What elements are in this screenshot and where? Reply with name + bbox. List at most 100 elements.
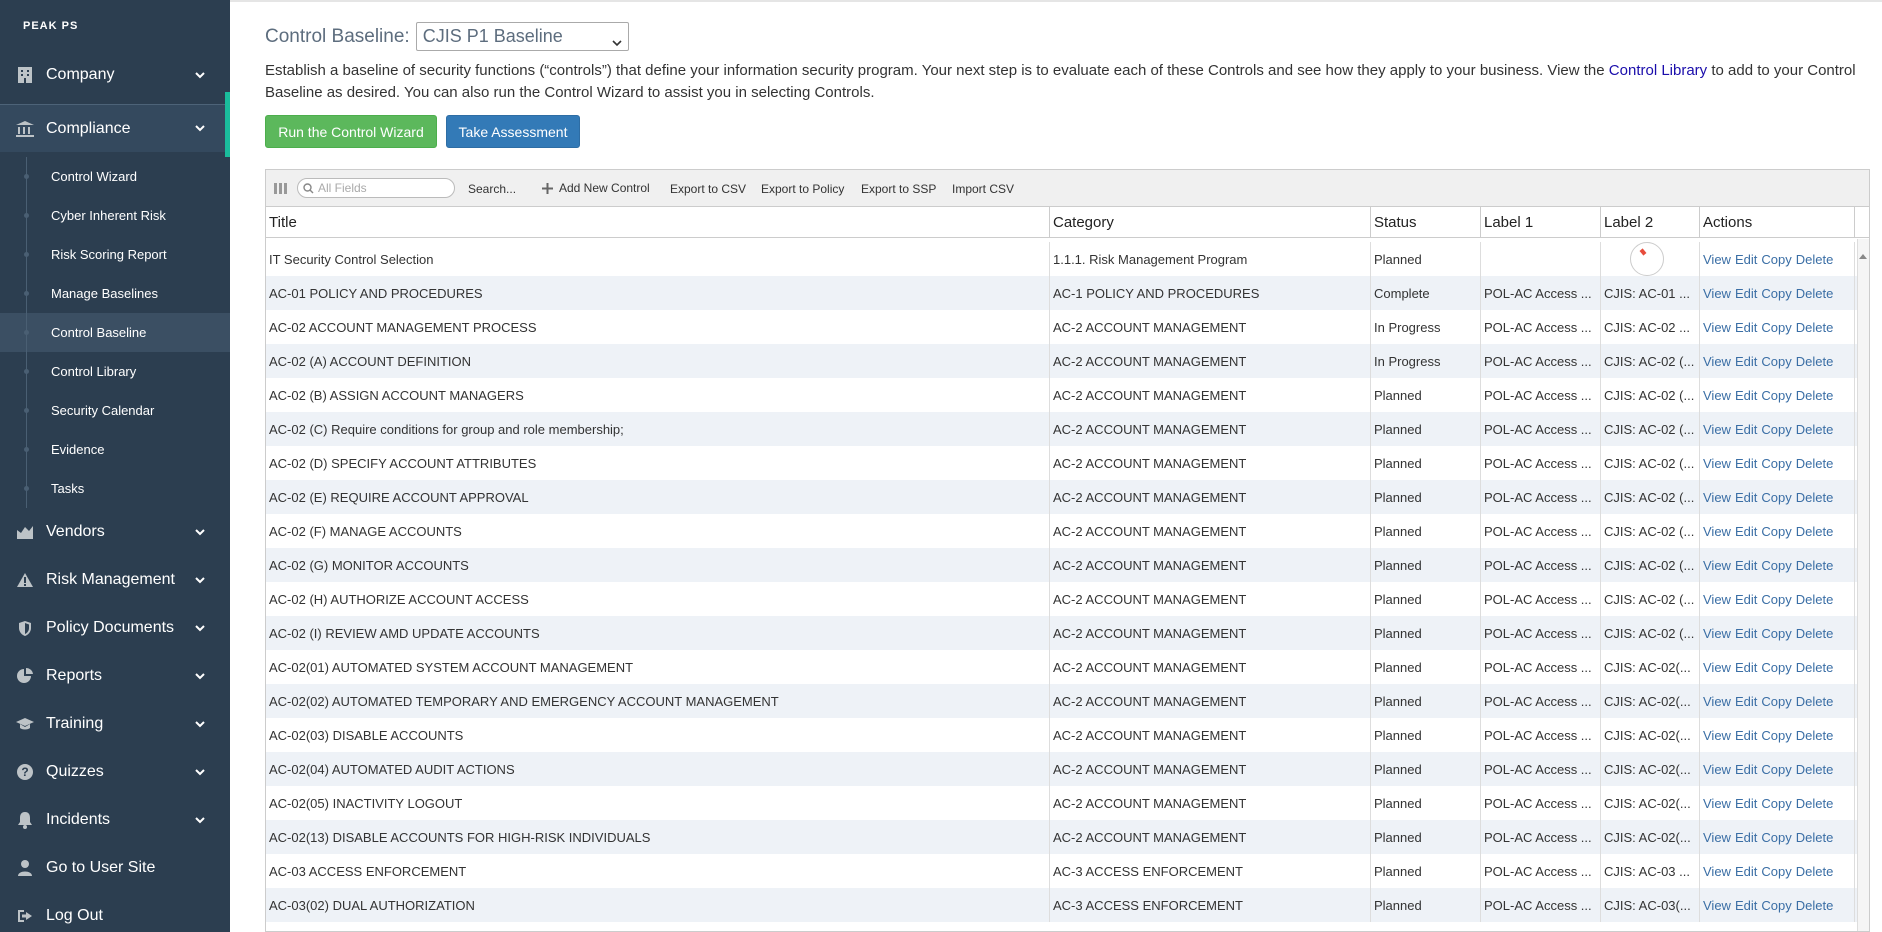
grid-search-input[interactable]: All Fields	[297, 178, 455, 198]
row-action-copy-link[interactable]: Copy	[1761, 592, 1791, 607]
sidebar-item-risk-scoring-report[interactable]: Risk Scoring Report	[0, 235, 230, 274]
row-action-view-link[interactable]: View	[1703, 524, 1731, 539]
table-row[interactable]: AC-03 ACCESS ENFORCEMENT AC-3 ACCESS ENFO…	[266, 854, 1869, 888]
table-row[interactable]: AC-02(01) AUTOMATED SYSTEM ACCOUNT MANAG…	[266, 650, 1869, 684]
row-action-delete-link[interactable]: Delete	[1796, 762, 1834, 777]
table-row[interactable]: AC-03(02) DUAL AUTHORIZATION AC-3 ACCESS …	[266, 888, 1869, 922]
row-action-edit-link[interactable]: Edit	[1735, 558, 1757, 573]
table-row[interactable]: AC-02 (F) MANAGE ACCOUNTS AC-2 ACCOUNT MA…	[266, 514, 1869, 548]
row-action-delete-link[interactable]: Delete	[1796, 830, 1834, 845]
row-action-delete-link[interactable]: Delete	[1796, 694, 1834, 709]
row-action-view-link[interactable]: View	[1703, 286, 1731, 301]
column-header-label-1[interactable]: Label 1	[1481, 207, 1601, 237]
row-action-view-link[interactable]: View	[1703, 320, 1731, 335]
row-action-copy-link[interactable]: Copy	[1761, 864, 1791, 879]
row-action-delete-link[interactable]: Delete	[1796, 864, 1834, 879]
row-action-edit-link[interactable]: Edit	[1735, 490, 1757, 505]
row-action-edit-link[interactable]: Edit	[1735, 728, 1757, 743]
column-header-status[interactable]: Status	[1371, 207, 1481, 237]
sidebar-item-control-wizard[interactable]: Control Wizard	[0, 157, 230, 196]
column-header-category[interactable]: Category	[1050, 207, 1371, 237]
row-action-view-link[interactable]: View	[1703, 864, 1731, 879]
table-row[interactable]: AC-02(05) INACTIVITY LOGOUT AC-2 ACCOUNT …	[266, 786, 1869, 820]
column-header-label-2[interactable]: Label 2	[1601, 207, 1700, 237]
row-action-copy-link[interactable]: Copy	[1761, 796, 1791, 811]
row-action-edit-link[interactable]: Edit	[1735, 524, 1757, 539]
row-action-delete-link[interactable]: Delete	[1796, 490, 1834, 505]
nav-risk-management[interactable]: Risk Management	[0, 556, 230, 604]
row-action-copy-link[interactable]: Copy	[1761, 524, 1791, 539]
table-row[interactable]: AC-02(13) DISABLE ACCOUNTS FOR HIGH-RISK…	[266, 820, 1869, 854]
nav-go-to-user-site[interactable]: Go to User Site	[0, 844, 230, 892]
export-ssp-button[interactable]: Export to SSP	[861, 182, 936, 196]
nav-quizzes[interactable]: ? Quizzes	[0, 748, 230, 796]
row-action-view-link[interactable]: View	[1703, 898, 1731, 913]
table-row[interactable]: AC-02(02) AUTOMATED TEMPORARY AND EMERGE…	[266, 684, 1869, 718]
row-action-edit-link[interactable]: Edit	[1735, 456, 1757, 471]
add-new-control-button[interactable]: Add New Control	[542, 181, 650, 195]
nav-vendors[interactable]: Vendors	[0, 508, 230, 556]
row-action-view-link[interactable]: View	[1703, 558, 1731, 573]
import-csv-button[interactable]: Import CSV	[952, 182, 1014, 196]
table-row[interactable]: AC-02 (H) AUTHORIZE ACCOUNT ACCESS AC-2 A…	[266, 582, 1869, 616]
row-action-copy-link[interactable]: Copy	[1761, 388, 1791, 403]
row-action-delete-link[interactable]: Delete	[1796, 320, 1834, 335]
row-action-copy-link[interactable]: Copy	[1761, 660, 1791, 675]
table-row[interactable]: AC-02 (B) ASSIGN ACCOUNT MANAGERS AC-2 AC…	[266, 378, 1869, 412]
row-action-copy-link[interactable]: Copy	[1761, 830, 1791, 845]
export-csv-button[interactable]: Export to CSV	[670, 182, 746, 196]
row-action-copy-link[interactable]: Copy	[1761, 728, 1791, 743]
sidebar-item-cyber-inherent-risk[interactable]: Cyber Inherent Risk	[0, 196, 230, 235]
table-row[interactable]: AC-02(03) DISABLE ACCOUNTS AC-2 ACCOUNT M…	[266, 718, 1869, 752]
row-action-delete-link[interactable]: Delete	[1796, 898, 1834, 913]
row-action-delete-link[interactable]: Delete	[1796, 422, 1834, 437]
table-row[interactable]: AC-02 ACCOUNT MANAGEMENT PROCESS AC-2 ACC…	[266, 310, 1869, 344]
row-action-delete-link[interactable]: Delete	[1796, 592, 1834, 607]
row-action-delete-link[interactable]: Delete	[1796, 660, 1834, 675]
row-action-view-link[interactable]: View	[1703, 830, 1731, 845]
sidebar-item-control-library[interactable]: Control Library	[0, 352, 230, 391]
scroll-up-icon[interactable]	[1859, 246, 1867, 264]
row-action-delete-link[interactable]: Delete	[1796, 252, 1834, 267]
row-action-edit-link[interactable]: Edit	[1735, 592, 1757, 607]
row-action-delete-link[interactable]: Delete	[1796, 626, 1834, 641]
row-action-copy-link[interactable]: Copy	[1761, 354, 1791, 369]
row-action-copy-link[interactable]: Copy	[1761, 320, 1791, 335]
row-action-view-link[interactable]: View	[1703, 354, 1731, 369]
row-action-copy-link[interactable]: Copy	[1761, 898, 1791, 913]
export-policy-button[interactable]: Export to Policy	[761, 182, 844, 196]
row-action-copy-link[interactable]: Copy	[1761, 490, 1791, 505]
baseline-select[interactable]: CJIS P1 Baseline	[415, 22, 629, 51]
row-action-edit-link[interactable]: Edit	[1735, 864, 1757, 879]
row-action-delete-link[interactable]: Delete	[1796, 388, 1834, 403]
sidebar-item-manage-baselines[interactable]: Manage Baselines	[0, 274, 230, 313]
row-action-view-link[interactable]: View	[1703, 490, 1731, 505]
row-action-edit-link[interactable]: Edit	[1735, 898, 1757, 913]
row-action-copy-link[interactable]: Copy	[1761, 626, 1791, 641]
row-action-view-link[interactable]: View	[1703, 762, 1731, 777]
sidebar-item-control-baseline[interactable]: Control Baseline	[0, 313, 230, 352]
sidebar-item-tasks[interactable]: Tasks	[0, 469, 230, 508]
table-row[interactable]: AC-02 (A) ACCOUNT DEFINITION AC-2 ACCOUNT…	[266, 344, 1869, 378]
row-action-view-link[interactable]: View	[1703, 728, 1731, 743]
nav-log-out[interactable]: Log Out	[0, 892, 230, 932]
nav-compliance[interactable]: Compliance	[0, 104, 230, 152]
nav-company[interactable]: Company	[0, 56, 230, 94]
search-button[interactable]: Search...	[468, 182, 516, 196]
row-action-view-link[interactable]: View	[1703, 660, 1731, 675]
row-action-view-link[interactable]: View	[1703, 252, 1731, 267]
row-action-delete-link[interactable]: Delete	[1796, 796, 1834, 811]
table-row[interactable]: AC-02 (I) REVIEW AMD UPDATE ACCOUNTS AC-2…	[266, 616, 1869, 650]
row-action-edit-link[interactable]: Edit	[1735, 252, 1757, 267]
control-library-link[interactable]: Control Library	[1609, 62, 1707, 79]
row-action-edit-link[interactable]: Edit	[1735, 694, 1757, 709]
row-action-edit-link[interactable]: Edit	[1735, 762, 1757, 777]
table-row[interactable]: AC-02 (E) REQUIRE ACCOUNT APPROVAL AC-2 A…	[266, 480, 1869, 514]
row-action-copy-link[interactable]: Copy	[1761, 456, 1791, 471]
row-action-delete-link[interactable]: Delete	[1796, 286, 1834, 301]
nav-reports[interactable]: Reports	[0, 652, 230, 700]
take-assessment-button[interactable]: Take Assessment	[446, 115, 580, 148]
nav-incidents[interactable]: Incidents	[0, 796, 230, 844]
row-action-copy-link[interactable]: Copy	[1761, 762, 1791, 777]
row-action-delete-link[interactable]: Delete	[1796, 354, 1834, 369]
